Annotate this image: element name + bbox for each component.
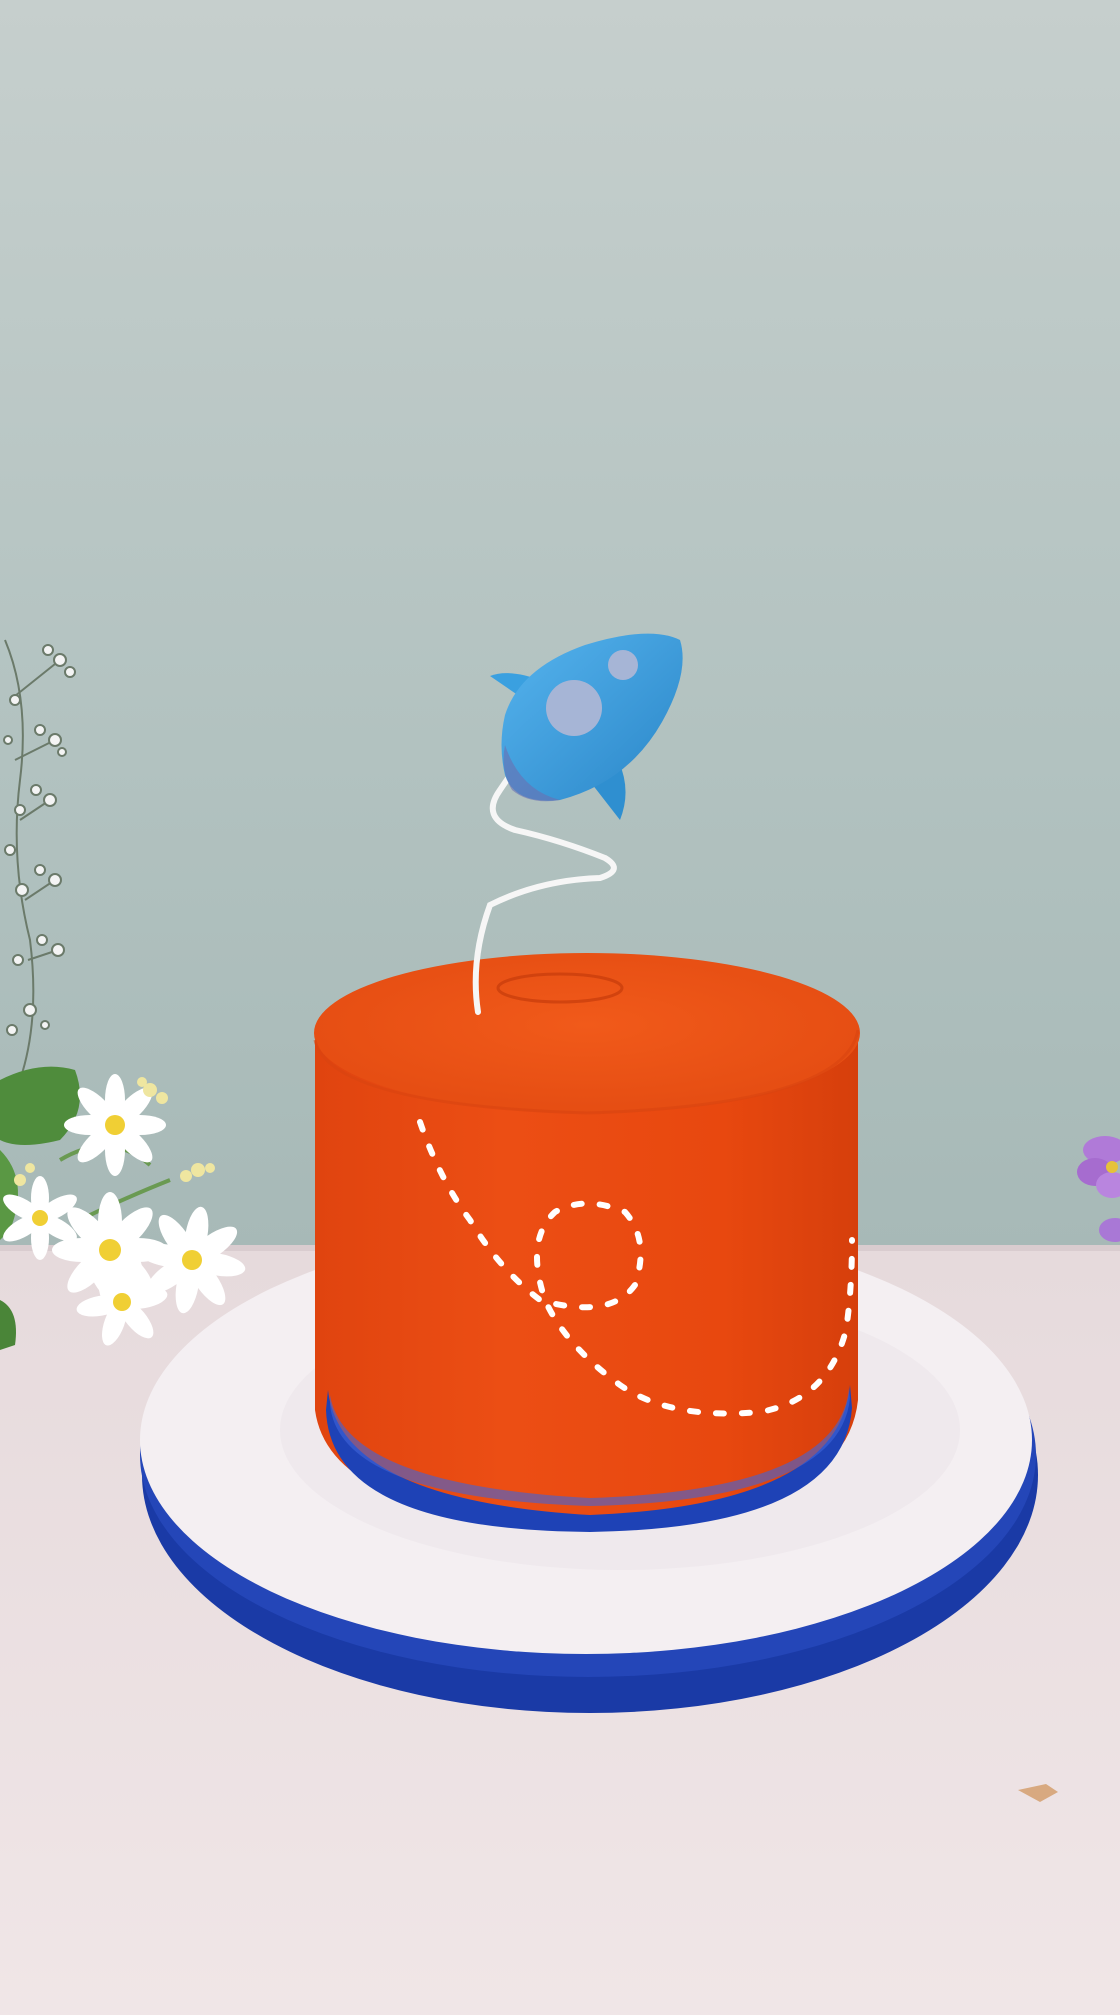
rocket-window-small	[608, 650, 638, 680]
photo-illustration	[0, 0, 1120, 2015]
cake	[313, 953, 860, 1532]
cake-photo	[0, 0, 1120, 2015]
rocket-window-large	[546, 680, 602, 736]
